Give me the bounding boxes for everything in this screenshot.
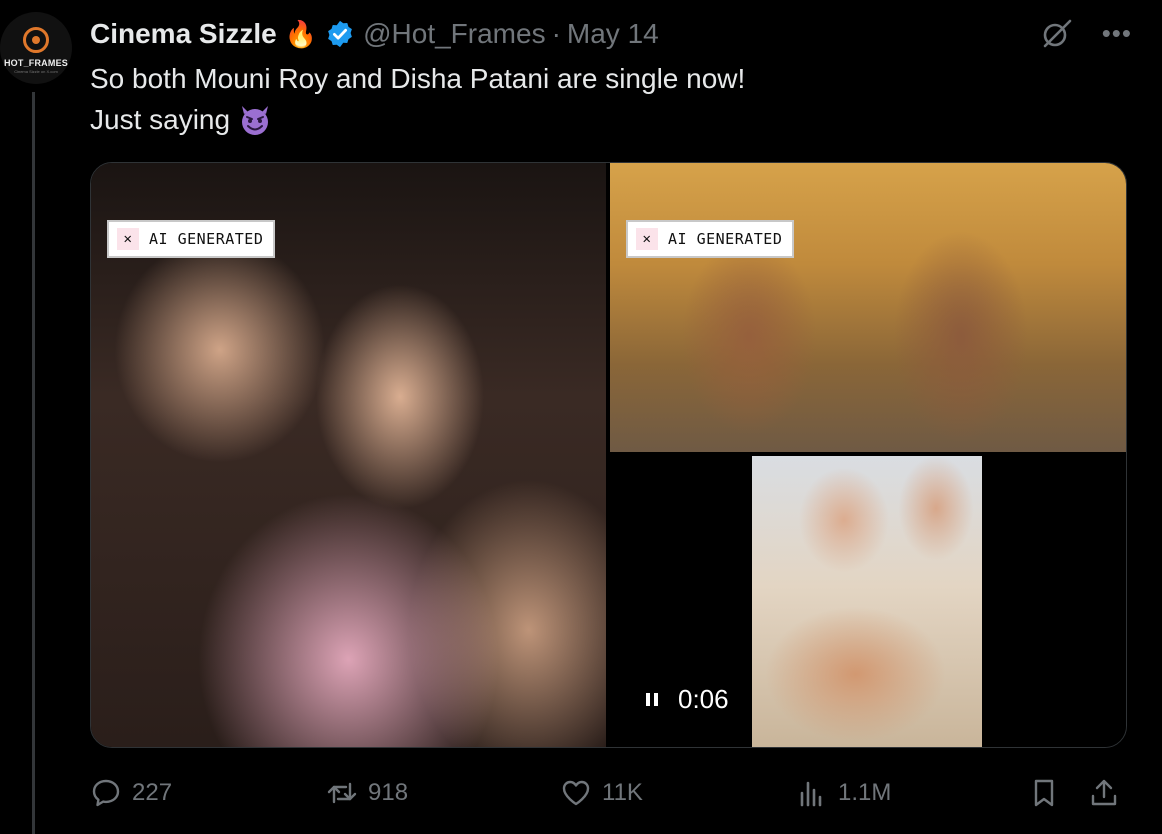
post-top-actions: ••• [1040,16,1132,50]
camera-lens-icon [23,26,49,53]
media-image-1[interactable]: ✕ AI GENERATED [91,163,606,747]
media-video[interactable]: 0:06 [610,456,1126,747]
post-actions: 227 918 11K 1.1M [90,770,1125,816]
post-text-body: So both Mouni Roy and Disha Patani are s… [90,63,746,135]
pause-icon[interactable] [646,693,658,706]
media-grid: ✕ AI GENERATED ✕ AI GENERATED 0:06 [90,162,1127,748]
smiling-devil-icon [241,106,268,135]
post-date[interactable]: May 14 [567,18,659,50]
avatar[interactable]: HOT_FRAMES Cinema Sizzle on X.com [0,12,72,84]
like-icon [562,780,590,806]
views-button[interactable]: 1.1M [796,770,891,816]
bookmark-icon [1034,779,1054,807]
fire-icon: 🔥 [284,18,318,49]
reply-count: 227 [132,779,173,806]
video-controls: 0:06 [646,684,729,715]
avatar-brand-sub: Cinema Sizzle on X.com [14,68,58,74]
avatar-brand: HOT_FRAMES [3,57,68,68]
views-count: 1.1M [838,779,892,806]
grok-icon[interactable] [1040,16,1074,50]
ai-generated-badge: ✕ AI GENERATED [107,220,276,258]
share-icon [1091,779,1117,806]
more-icon[interactable]: ••• [1102,20,1132,46]
repost-count: 918 [368,779,409,806]
bookmark-button[interactable] [1028,770,1060,816]
separator: · [551,18,561,49]
post-text: So both Mouni Roy and Disha Patani are s… [90,58,745,140]
ai-badge-icon: ✕ [636,228,658,250]
ai-badge-label: AI GENERATED [149,230,264,248]
user-handle[interactable]: @Hot_Frames [363,18,545,50]
ai-badge-icon: ✕ [117,228,139,250]
video-frame [752,456,982,747]
like-button[interactable]: 11K [560,770,643,816]
reply-icon [92,779,120,807]
ai-generated-badge: ✕ AI GENERATED [626,220,795,258]
post-header: Cinema Sizzle 🔥 @Hot_Frames · May 14 [90,14,659,54]
thread-line [32,92,35,834]
media-image-2[interactable]: ✕ AI GENERATED [610,163,1126,452]
display-name[interactable]: Cinema Sizzle [90,18,277,50]
repost-button[interactable]: 918 [326,770,408,816]
video-time: 0:06 [678,684,729,714]
reply-button[interactable]: 227 [90,770,172,816]
like-count: 11K [602,779,643,806]
share-button[interactable] [1088,770,1120,816]
views-icon [800,781,822,807]
verified-icon[interactable] [325,19,355,49]
ai-badge-label: AI GENERATED [668,230,783,248]
repost-icon [327,782,357,804]
